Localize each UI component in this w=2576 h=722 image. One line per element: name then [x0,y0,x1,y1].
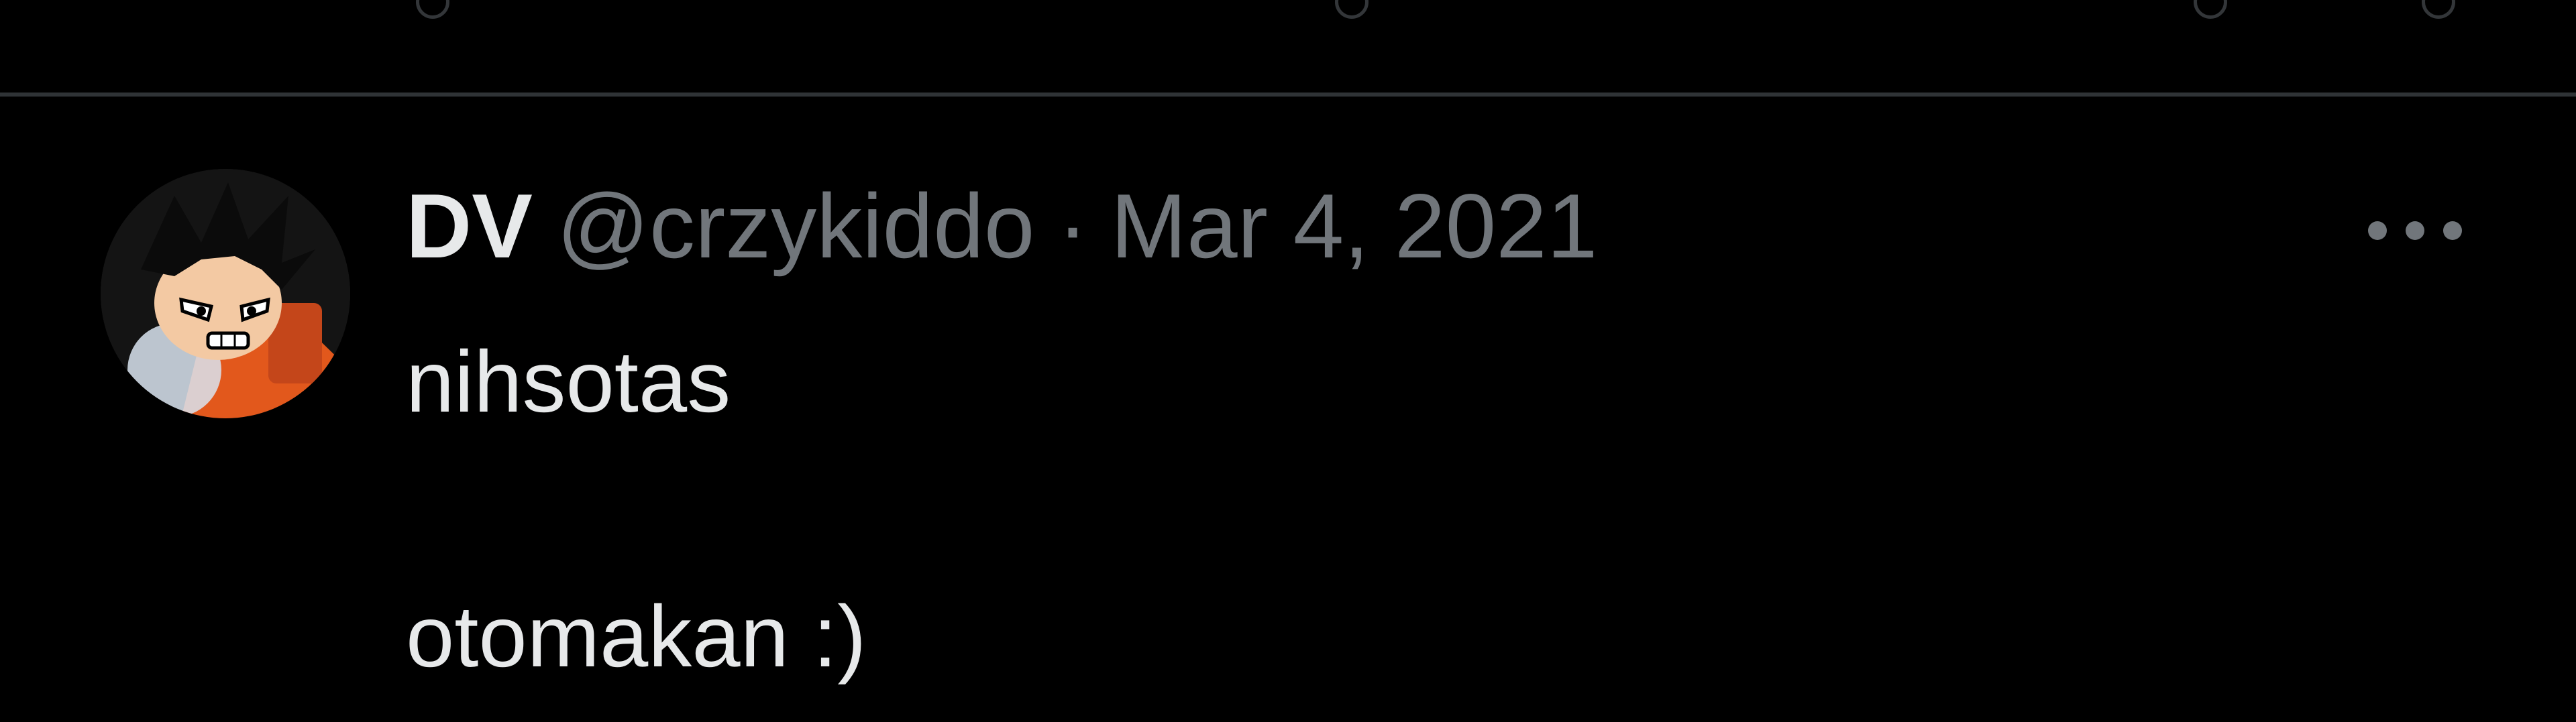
tweet-text-line: otomakan :) [406,587,867,685]
more-options-button[interactable] [2368,204,2462,257]
like-icon[interactable] [1335,0,1368,19]
tweet-text-blank-line [406,445,866,573]
tweet-text: nihsotas otomakan :) [406,318,866,700]
bookmark-icon[interactable] [2194,0,2227,19]
more-options-icon [2443,221,2462,240]
tweet-header: DV @crzykiddo · Mar 4, 2021 [406,176,1597,276]
share-icon[interactable] [2422,0,2455,19]
tweet-text-line: nihsotas [406,333,731,430]
previous-tweet-action-bar [0,0,2576,27]
tweet[interactable]: DV @crzykiddo · Mar 4, 2021 nihsotas oto… [0,97,2576,722]
display-name[interactable]: DV [406,176,533,276]
separator-dot: · [1057,175,1088,277]
more-options-icon [2368,221,2387,240]
more-options-icon [2406,221,2424,240]
timestamp[interactable]: Mar 4, 2021 [1111,176,1598,276]
reply-icon[interactable] [416,0,449,19]
user-handle[interactable]: @crzykiddo [557,176,1034,276]
avatar[interactable] [101,169,350,418]
avatar-cartoon-boy-icon [101,169,350,418]
